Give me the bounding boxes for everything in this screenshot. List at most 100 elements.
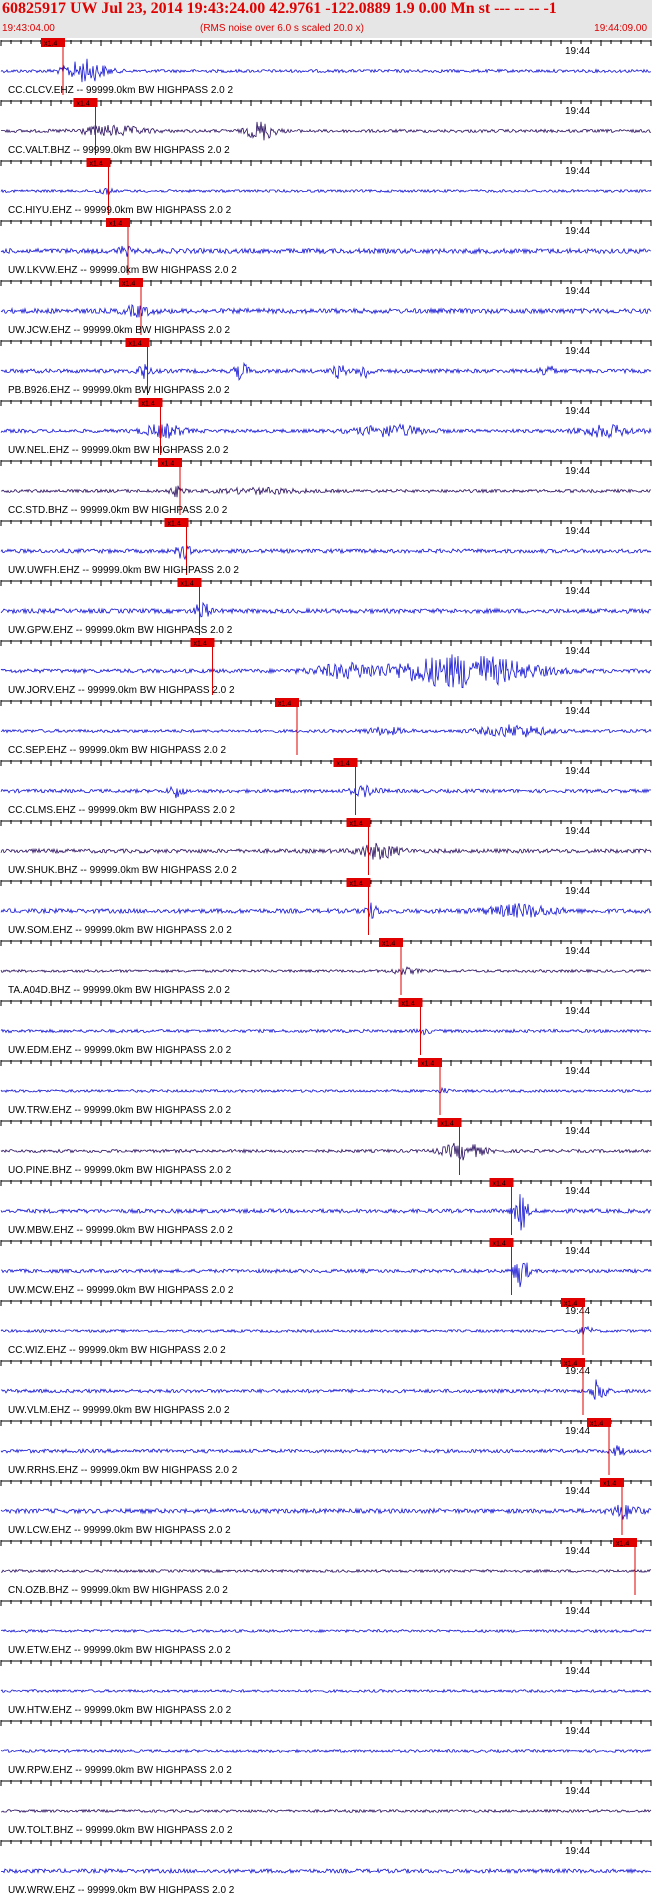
time-marker-label: 19:44 <box>565 46 590 57</box>
header-bar: 60825917 UW Jul 23, 2014 19:43:24.00 42.… <box>0 0 652 38</box>
waveform <box>0 361 652 381</box>
trace-row: 19:44 x1.4 CC.CLCV.EHZ -- 99999.0km BW HIG… <box>0 38 652 96</box>
waveform <box>0 545 652 561</box>
pick-label: x1.4 <box>168 521 181 528</box>
trace-label: UW.GPW.EHZ -- 99999.0km BW HIGHPASS 2.0 … <box>8 625 233 636</box>
trace-row: 19:44 x1.4 CC.VALT.BHZ -- 99999.0km BW HIG… <box>0 98 652 156</box>
trace-row: 19:44x1.4 UW.RRHS.EHZ -- 99999.0km BW HIG… <box>0 1418 652 1476</box>
trace-row: 19:44 x1.4 TA.A04D.BHZ -- 99999.0km BW HIG… <box>0 938 652 996</box>
pick-label: x1.4 <box>122 281 135 288</box>
trace-row: 19:44 x1.4 UW.EDM.EHZ -- 99999.0km BW HIGH… <box>0 998 652 1056</box>
trace-label: UW.ETW.EHZ -- 99999.0km BW HIGHPASS 2.0 … <box>8 1645 231 1656</box>
time-marker-label: 19:44 <box>565 1126 590 1137</box>
waveform <box>0 1688 652 1694</box>
trace-row: 19:44 x1.4 UW.NEL.EHZ -- 99999.0km BW HIGH… <box>0 398 652 456</box>
trace-label: CC.SEP.EHZ -- 99999.0km BW HIGHPASS 2.0 … <box>8 745 226 756</box>
end-time: 19:44:09.00 <box>594 23 647 34</box>
trace-row: 19:44 x1.4 UW.MCW.EHZ -- 99999.0km BW HIGH… <box>0 1238 652 1296</box>
trace-row: 19:44 x1.4 UW.LKVW.EHZ -- 99999.0km BW HIG… <box>0 218 652 276</box>
pick-label: x1.4 <box>493 1181 506 1188</box>
trace-row: 19:44 x1.4 CC.HIYU.EHZ -- 99999.0km BW HIG… <box>0 158 652 216</box>
pick-label: x1.4 <box>590 1421 603 1428</box>
pick-label: x1.4 <box>493 1241 506 1248</box>
trace-label: UW.JORV.EHZ -- 99999.0km BW HIGHPASS 2.0… <box>8 685 235 696</box>
waveform <box>0 58 652 83</box>
time-marker-label: 19:44 <box>565 106 590 117</box>
waveform <box>0 966 652 976</box>
waveform <box>0 654 652 689</box>
time-marker-label: 19:44 <box>565 406 590 417</box>
trace-row: 19:44 x1.4 UW.JCW.EHZ -- 99999.0km BW HIGH… <box>0 278 652 336</box>
time-marker-label: 19:44 <box>565 1186 590 1197</box>
trace-label: UW.RPW.EHZ -- 99999.0km BW HIGHPASS 2.0 … <box>8 1765 232 1776</box>
trace-label: CN.OZB.BHZ -- 99999.0km BW HIGHPASS 2.0 … <box>8 1585 228 1596</box>
pick-label: x1.4 <box>194 641 207 648</box>
trace-row: 19:44 x1.4 CC.CLMS.EHZ -- 99999.0km BW HIG… <box>0 758 652 816</box>
trace-label: UW.UWFH.EHZ -- 99999.0km BW HIGHPASS 2.0… <box>8 565 239 576</box>
trace-label: UW.MBW.EHZ -- 99999.0km BW HIGHPASS 2.0 … <box>8 1225 233 1236</box>
pick-label: x1.4 <box>350 821 363 828</box>
time-marker-label: 19:44 <box>565 1426 590 1437</box>
trace-label: UW.HTW.EHZ -- 99999.0km BW HIGHPASS 2.0 … <box>8 1705 232 1716</box>
waveform <box>0 1748 652 1754</box>
waveform <box>0 1568 652 1574</box>
trace-label: UW.WRW.EHZ -- 99999.0km BW HIGHPASS 2.0 … <box>8 1885 235 1896</box>
pick-label: x1.4 <box>129 341 142 348</box>
waveform <box>0 601 652 618</box>
time-marker-label: 19:44 <box>565 166 590 177</box>
trace-row: 19:44x1.4 CC.WIZ.EHZ -- 99999.0km BW HIGH… <box>0 1298 652 1356</box>
trace-label: UW.TRW.EHZ -- 99999.0km BW HIGHPASS 2.0 … <box>8 1105 231 1116</box>
event-title: 60825917 UW Jul 23, 2014 19:43:24.00 42.… <box>2 0 557 17</box>
time-marker-label: 19:44 <box>565 886 590 897</box>
pick-label: x1.4 <box>603 1481 616 1488</box>
trace-label: UW.SHUK.BHZ -- 99999.0km BW HIGHPASS 2.0… <box>8 865 237 876</box>
time-marker-label: 19:44 <box>565 1666 590 1677</box>
waveform <box>0 1867 652 1875</box>
trace-row: 19:44 x1.4 CN.OZB.BHZ -- 99999.0km BW HIGH… <box>0 1538 652 1596</box>
trace-row: 19:44 x1.4 UW.MBW.EHZ -- 99999.0km BW HIGH… <box>0 1178 652 1236</box>
trace-label: UW.LCW.EHZ -- 99999.0km BW HIGHPASS 2.0 … <box>8 1525 231 1536</box>
waveform <box>0 902 652 919</box>
time-marker-label: 19:44 <box>565 946 590 957</box>
pick-label: x1.4 <box>402 1001 415 1008</box>
pick-label: x1.4 <box>44 41 57 48</box>
waveform <box>0 245 652 257</box>
trace-row: 19:44 UW.WRW.EHZ -- 99999.0km BW HIGHPASS… <box>0 1840 652 1896</box>
trace-label: UW.SOM.EHZ -- 99999.0km BW HIGHPASS 2.0 … <box>8 925 232 936</box>
trace-row: 19:44 x1.4 CC.STD.BHZ -- 99999.0km BW HIGH… <box>0 458 652 516</box>
trace-row: 19:44 x1.4 UW.SOM.EHZ -- 99999.0km BW HIGH… <box>0 878 652 936</box>
time-marker-label: 19:44 <box>565 526 590 537</box>
trace-row: 19:44 UW.TOLT.BHZ -- 99999.0km BW HIGHPAS… <box>0 1780 652 1836</box>
trace-row: 19:44 UW.RPW.EHZ -- 99999.0km BW HIGHPASS… <box>0 1720 652 1776</box>
waveform <box>0 1379 652 1400</box>
pick-label: x1.4 <box>350 881 363 888</box>
waveform <box>0 423 652 439</box>
pick-label: x1.4 <box>564 1361 577 1368</box>
time-marker-label: 19:44 <box>565 1786 590 1797</box>
trace-label: CC.STD.BHZ -- 99999.0km BW HIGHPASS 2.0 … <box>8 505 228 516</box>
pick-label: x1.4 <box>616 1541 629 1548</box>
pick-label: x1.4 <box>441 1121 454 1128</box>
trace-label: UW.MCW.EHZ -- 99999.0km BW HIGHPASS 2.0 … <box>8 1285 234 1296</box>
trace-row: 19:44 x1.4 CC.SEP.EHZ -- 99999.0km BW HIGH… <box>0 698 652 756</box>
time-marker-label: 19:44 <box>565 466 590 477</box>
trace-row: 19:44 x1.4 UW.LCW.EHZ -- 99999.0km BW HIGH… <box>0 1478 652 1536</box>
trace-label: UW.NEL.EHZ -- 99999.0km BW HIGHPASS 2.0 … <box>8 445 229 456</box>
pick-label: x1.4 <box>382 941 395 948</box>
start-time: 19:43:04.00 <box>2 23 55 34</box>
trace-label: UO.PINE.BHZ -- 99999.0km BW HIGHPASS 2.0… <box>8 1165 232 1176</box>
pick-label: x1.4 <box>142 401 155 408</box>
trace-row: 19:44 x1.4 UW.TRW.EHZ -- 99999.0km BW HIGH… <box>0 1058 652 1116</box>
trace-row: 19:44 x1.4 UW.UWFH.EHZ -- 99999.0km BW HIG… <box>0 518 652 576</box>
trace-row: 19:44 x1.4 UW.GPW.EHZ -- 99999.0km BW HIGH… <box>0 578 652 636</box>
trace-label: UW.VLM.EHZ -- 99999.0km BW HIGHPASS 2.0 … <box>8 1405 230 1416</box>
pick-label: x1.4 <box>181 581 194 588</box>
trace-label: UW.EDM.EHZ -- 99999.0km BW HIGHPASS 2.0 … <box>8 1045 232 1056</box>
trace-label: UW.JCW.EHZ -- 99999.0km BW HIGHPASS 2.0 … <box>8 325 231 336</box>
time-marker-label: 19:44 <box>565 1846 590 1857</box>
trace-label: CC.VALT.BHZ -- 99999.0km BW HIGHPASS 2.0… <box>8 145 230 156</box>
trace-label: CC.CLMS.EHZ -- 99999.0km BW HIGHPASS 2.0… <box>8 805 236 816</box>
trace-label: UW.TOLT.BHZ -- 99999.0km BW HIGHPASS 2.0… <box>8 1825 233 1836</box>
trace-row: 19:44 x1.4 UW.SHUK.BHZ -- 99999.0km BW HIG… <box>0 818 652 876</box>
waveform <box>0 784 652 799</box>
